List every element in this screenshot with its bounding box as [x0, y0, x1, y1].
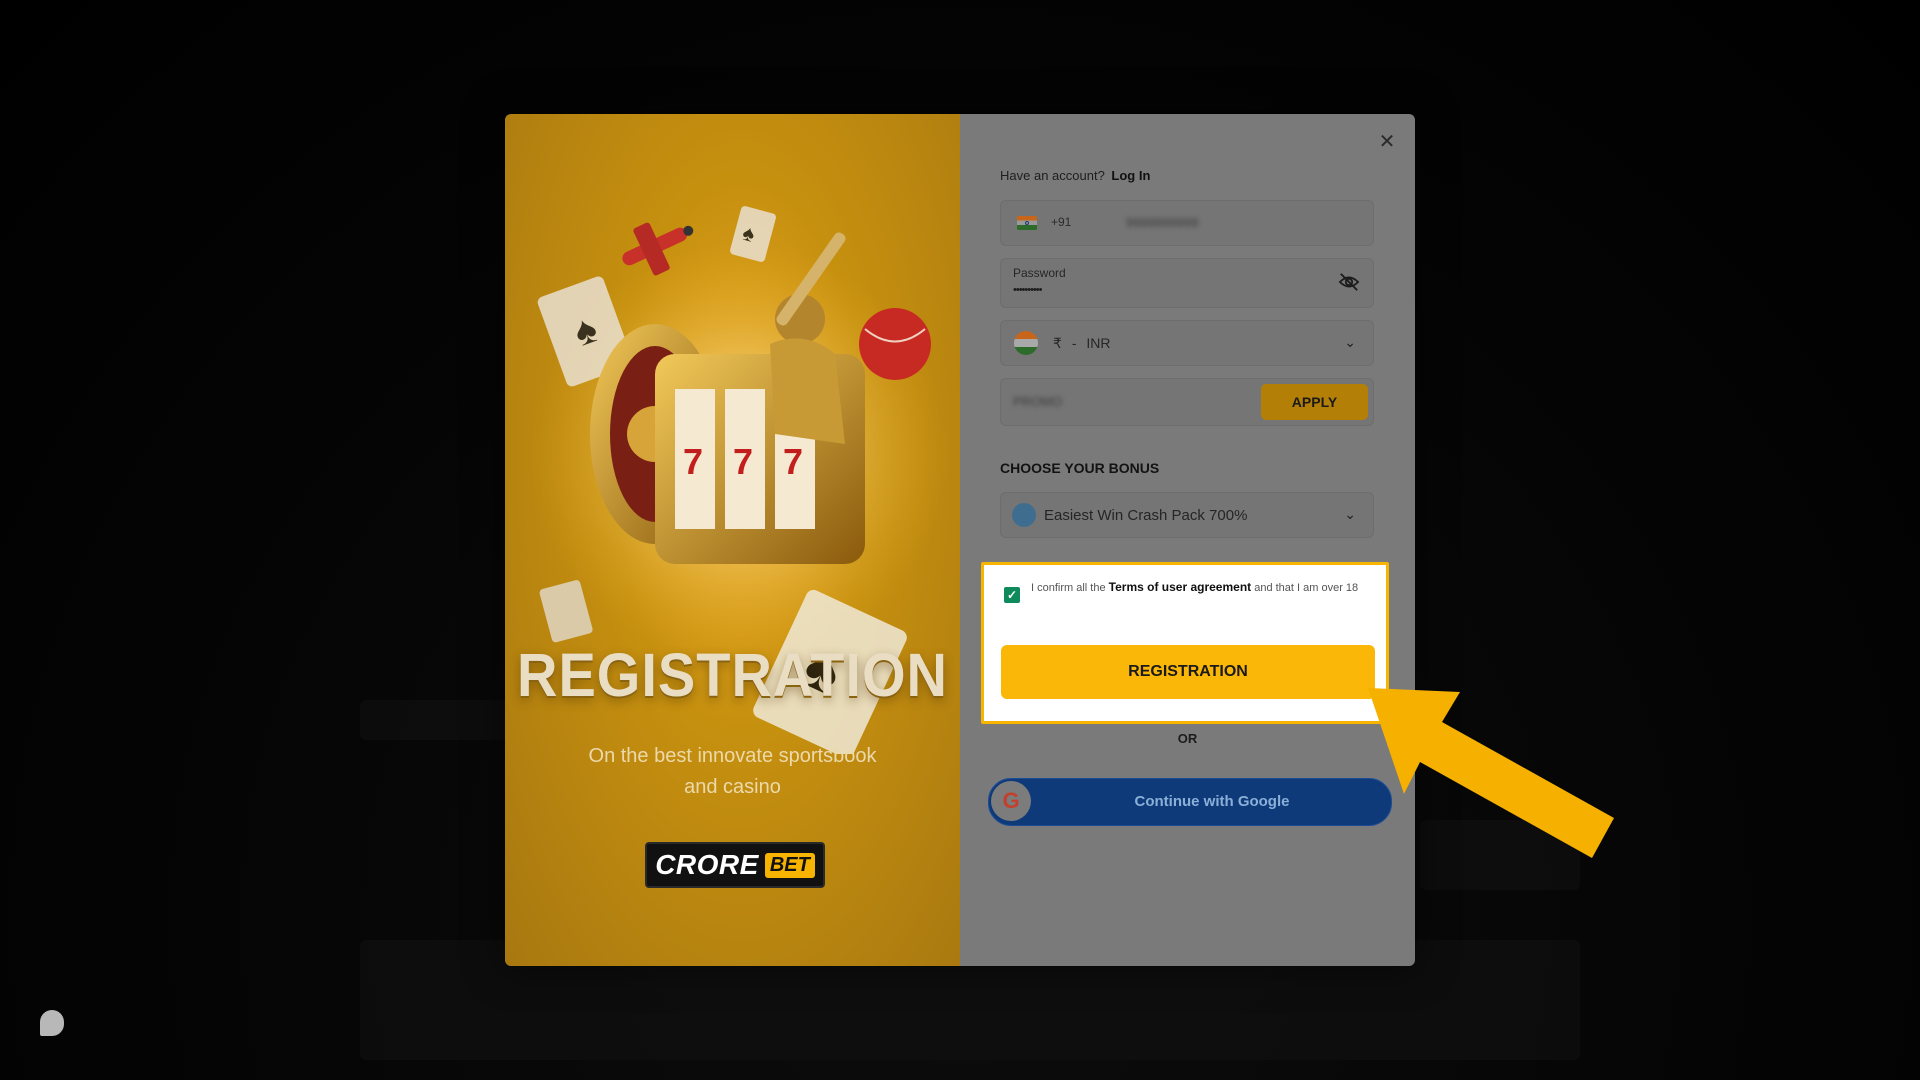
logo-accent: BET — [764, 852, 815, 878]
currency-select[interactable]: ₹ - INR ⌄ — [1000, 320, 1374, 366]
close-icon[interactable]: ✕ — [1375, 130, 1399, 154]
promo-code-field[interactable]: PROMO APPLY — [1000, 378, 1374, 426]
promo-panel: ♠ ♠ ♠ 7 7 7 REGISTRATION On the best inn… — [505, 114, 960, 966]
bonus-section-label: CHOOSE YOUR BONUS — [1000, 460, 1160, 476]
terms-text: I confirm all the Terms of user agreemen… — [1031, 578, 1371, 597]
pointer-arrow-icon — [1368, 688, 1614, 858]
password-label: Password — [1013, 266, 1066, 280]
or-divider: OR — [1177, 731, 1198, 746]
terms-link[interactable]: Terms of user agreement — [1109, 580, 1252, 594]
india-flag-icon — [1017, 216, 1037, 230]
svg-text:7: 7 — [733, 441, 753, 482]
promo-subtitle: On the best innovate sportsbook and casi… — [565, 741, 900, 803]
currency-separator: - — [1071, 335, 1077, 351]
promo-subtitle-line: and casino — [684, 776, 781, 798]
apply-button[interactable]: APPLY — [1261, 384, 1368, 420]
chat-icon[interactable] — [40, 1010, 64, 1036]
terms-suffix: and that I am over 18 — [1254, 582, 1359, 594]
eye-off-icon[interactable] — [1338, 272, 1360, 292]
chevron-down-icon[interactable]: ⌄ — [1344, 334, 1356, 351]
promo-code-input[interactable]: PROMO — [1013, 394, 1062, 409]
password-field[interactable]: Password •••••••••• — [1000, 258, 1374, 308]
google-icon: G — [991, 781, 1031, 821]
brand-logo: CRORE BET — [645, 842, 825, 888]
login-prompt-text: Have an account? — [1000, 168, 1105, 183]
bonus-select[interactable]: Easiest Win Crash Pack 700% ⌄ — [1000, 492, 1374, 538]
currency-value: ₹ - INR — [1053, 335, 1111, 352]
svg-text:7: 7 — [683, 441, 703, 482]
bonus-icon — [1012, 503, 1036, 527]
password-input[interactable]: •••••••••• — [1013, 284, 1042, 296]
country-code[interactable]: +91 — [1051, 215, 1071, 229]
svg-text:7: 7 — [783, 441, 803, 482]
currency-code: INR — [1086, 335, 1111, 351]
login-link[interactable]: Log In — [1111, 168, 1150, 183]
currency-symbol: ₹ — [1053, 335, 1062, 351]
terms-register-highlight: ✓ I confirm all the Terms of user agreem… — [981, 562, 1389, 724]
continue-with-google-button[interactable]: G Continue with Google — [988, 778, 1392, 826]
bonus-selected-value: Easiest Win Crash Pack 700% — [1044, 507, 1248, 524]
promo-title: REGISTRATION — [517, 639, 948, 710]
promo-subtitle-line: On the best innovate sportsbook — [588, 745, 877, 767]
phone-input[interactable]: 9999999999 — [1126, 215, 1198, 230]
google-button-label: Continue with Google — [1134, 793, 1290, 810]
registration-form: ✕ Have an account? Log In +91 9999999999… — [960, 114, 1415, 966]
registration-modal: ♠ ♠ ♠ 7 7 7 REGISTRATION On the best inn… — [505, 114, 1415, 966]
chevron-down-icon[interactable]: ⌄ — [1344, 506, 1356, 523]
background-element — [360, 700, 520, 740]
india-flag-icon — [1014, 331, 1038, 355]
registration-button[interactable]: REGISTRATION — [1001, 645, 1375, 699]
terms-checkbox[interactable]: ✓ — [1004, 587, 1020, 603]
logo-text: CRORE — [655, 849, 759, 880]
phone-field[interactable]: +91 9999999999 — [1000, 200, 1374, 246]
terms-prefix: I confirm all the — [1031, 582, 1106, 594]
login-prompt: Have an account? Log In — [1000, 168, 1150, 183]
